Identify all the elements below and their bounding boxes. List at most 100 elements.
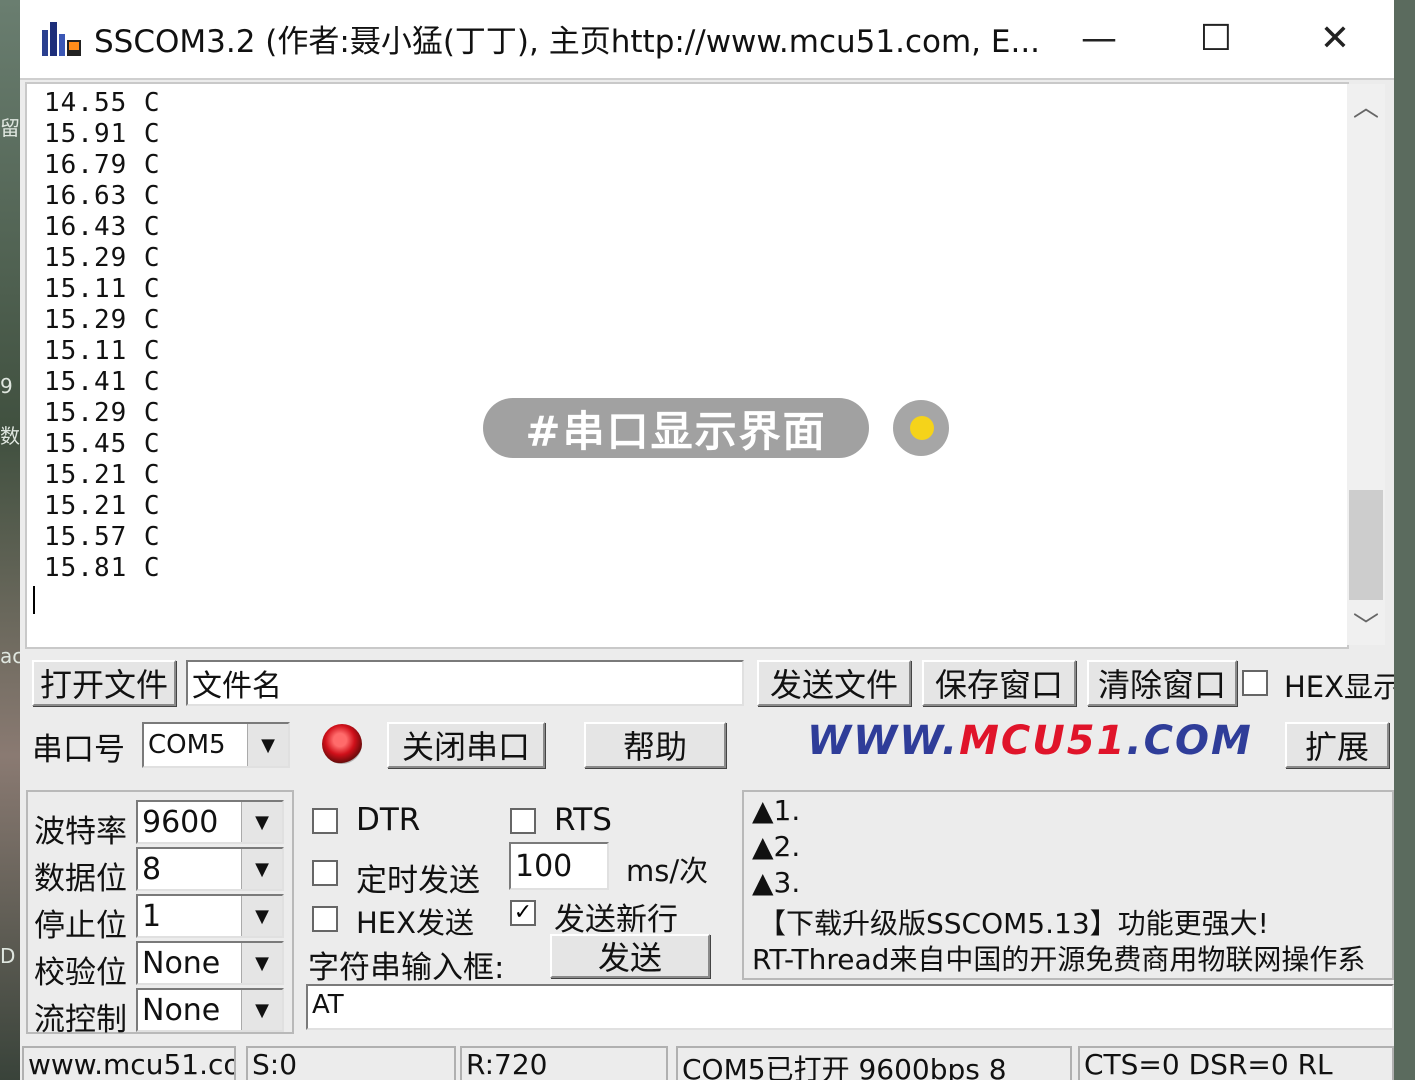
chevron-down-icon[interactable]: ▼ [241, 802, 282, 842]
desktop-text: 9 [0, 374, 13, 398]
string-input[interactable]: AT [306, 984, 1394, 1030]
status-received: R:720 [460, 1046, 668, 1080]
text-caret [33, 586, 35, 614]
interval-input[interactable]: 100 [509, 842, 609, 890]
overlay-tag: #串口显示界面 [483, 398, 869, 458]
scroll-thumb[interactable] [1349, 490, 1383, 600]
string-input-label: 字符串输入框: [308, 950, 505, 986]
receive-line: 14.55 C [44, 88, 161, 118]
desktop-text: 数 [0, 424, 20, 448]
receive-line: 15.57 C [44, 522, 161, 552]
parity-value: None [142, 945, 221, 981]
app-icon [42, 22, 81, 56]
hex-display-label: HEX显示 [1284, 670, 1394, 704]
status-sent: S:0 [246, 1046, 456, 1080]
chevron-down-icon[interactable]: ▼ [241, 943, 282, 983]
receive-line: 15.29 C [44, 398, 161, 428]
hex-display-checkbox[interactable] [1242, 670, 1268, 696]
sscom-window: SSCOM3.2 (作者:聂小猛(丁丁), 主页http://www.mcu51… [20, 0, 1394, 1080]
rt-thread-link[interactable]: RT-Thread来自中国的开源免费商用物联网操作系 [752, 938, 1365, 978]
status-site: www.mcu51.com [22, 1046, 236, 1080]
dtr-label: DTR [356, 802, 421, 838]
baud-select[interactable]: 9600 ▼ [136, 800, 284, 844]
flow-control-label: 流控制 [34, 1002, 127, 1038]
desktop-text: D [0, 944, 16, 968]
scroll-up-icon[interactable]: ︿ [1347, 84, 1385, 126]
receive-line: 15.41 C [44, 367, 161, 397]
extend-button[interactable]: 扩展 [1285, 722, 1389, 768]
chevron-down-icon[interactable]: ▼ [241, 896, 282, 936]
brand-link[interactable]: WWW.MCU51.COM [807, 718, 1253, 764]
timed-send-checkbox[interactable] [312, 860, 338, 886]
baud-label: 波特率 [34, 814, 127, 850]
data-bits-select[interactable]: 8 ▼ [136, 847, 284, 891]
scroll-down-icon[interactable]: ﹀ [1347, 603, 1385, 645]
close-port-button[interactable]: 关闭串口 [387, 722, 545, 768]
window-title: SSCOM3.2 (作者:聂小猛(丁丁), 主页http://www.mcu51… [94, 24, 1041, 60]
help-button[interactable]: 帮助 [584, 722, 726, 768]
chevron-down-icon[interactable]: ▼ [247, 724, 288, 766]
note-line[interactable]: ▲1. [752, 794, 800, 827]
stop-bits-select[interactable]: 1 ▼ [136, 894, 284, 938]
port-value: COM5 [148, 730, 226, 760]
notes-panel: ▲1. ▲2. ▲3. 【下载升级版SSCOM5.13】功能更强大! RT-Th… [742, 790, 1394, 980]
data-bits-label: 数据位 [34, 861, 127, 897]
flow-control-select[interactable]: None ▼ [136, 988, 284, 1032]
receive-line: 15.81 C [44, 553, 161, 583]
receive-line: 16.43 C [44, 212, 161, 242]
dtr-checkbox[interactable] [312, 808, 338, 834]
port-label: 串口号 [32, 732, 125, 768]
stop-bits-label: 停止位 [34, 908, 127, 944]
brand-text: .COM [1126, 718, 1253, 764]
flow-control-value: None [142, 992, 221, 1028]
timed-send-label: 定时发送 [356, 863, 480, 899]
baud-value: 9600 [142, 804, 219, 840]
receive-line: 15.45 C [44, 429, 161, 459]
receive-line: 16.79 C [44, 150, 161, 180]
send-newline-checkbox[interactable]: ✓ [510, 900, 536, 926]
hex-send-checkbox[interactable] [312, 906, 338, 932]
port-select[interactable]: COM5 ▼ [142, 722, 290, 768]
receive-line: 16.63 C [44, 181, 161, 211]
filename-field[interactable]: 文件名 [186, 660, 744, 706]
receive-text: 14.55 C 15.91 C 16.79 C 16.63 C 16.43 C 15.29… [44, 88, 161, 584]
port-status-led-icon[interactable] [322, 724, 362, 764]
open-file-button[interactable]: 打开文件 [32, 660, 176, 706]
brand-text: WWW. [807, 718, 960, 764]
receive-line: 15.21 C [44, 460, 161, 490]
receive-line: 15.21 C [44, 491, 161, 521]
data-bits-value: 8 [142, 851, 162, 887]
note-line[interactable]: ▲3. [752, 866, 800, 899]
chevron-down-icon[interactable]: ▼ [241, 849, 282, 889]
hex-send-label: HEX发送 [356, 906, 474, 940]
receive-line: 15.11 C [44, 274, 161, 304]
brand-text: MCU51 [959, 718, 1127, 764]
save-window-button[interactable]: 保存窗口 [922, 660, 1076, 706]
close-button[interactable]: ✕ [1303, 8, 1367, 68]
maximize-button[interactable]: ☐ [1184, 8, 1248, 68]
send-button[interactable]: 发送 [550, 934, 710, 978]
stop-bits-value: 1 [142, 898, 162, 934]
parity-select[interactable]: None ▼ [136, 941, 284, 985]
status-port-state: COM5已打开 9600bps 8 [676, 1046, 1072, 1080]
minimize-button[interactable]: — [1067, 8, 1131, 68]
receive-line: 15.11 C [44, 336, 161, 366]
title-bar[interactable]: SSCOM3.2 (作者:聂小猛(丁丁), 主页http://www.mcu51… [20, 0, 1394, 80]
receive-scrollbar[interactable]: ︿ ﹀ [1347, 84, 1385, 645]
parity-label: 校验位 [34, 955, 127, 991]
desktop-text: 留 [0, 116, 20, 140]
send-file-button[interactable]: 发送文件 [757, 660, 911, 706]
rts-label: RTS [554, 802, 612, 838]
receive-area[interactable]: 14.55 C 15.91 C 16.79 C 16.63 C 16.43 C 15.29… [25, 82, 1349, 649]
receive-line: 15.29 C [44, 243, 161, 273]
chevron-down-icon[interactable]: ▼ [241, 990, 282, 1030]
note-line[interactable]: ▲2. [752, 830, 800, 863]
download-upgrade-link[interactable]: 【下载升级版SSCOM5.13】功能更强大! [758, 902, 1269, 942]
status-lines-state: CTS=0 DSR=0 RL [1078, 1046, 1394, 1080]
interval-unit-label: ms/次 [626, 854, 709, 888]
rts-checkbox[interactable] [510, 808, 536, 834]
clear-window-button[interactable]: 清除窗口 [1087, 660, 1237, 706]
receive-line: 15.91 C [44, 119, 161, 149]
overlay-dot-icon [893, 400, 949, 456]
receive-line: 15.29 C [44, 305, 161, 335]
